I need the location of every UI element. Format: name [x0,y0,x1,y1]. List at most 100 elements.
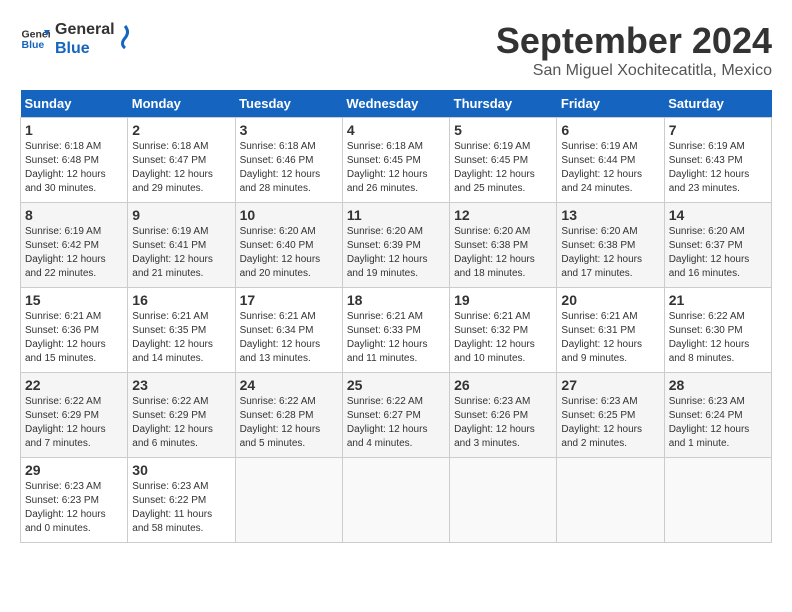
day-content: Sunrise: 6:22 AMSunset: 6:29 PMDaylight:… [132,395,230,451]
day-content: Sunrise: 6:21 AMSunset: 6:34 PMDaylight:… [240,310,338,366]
calendar-cell: 7 Sunrise: 6:19 AMSunset: 6:43 PMDayligh… [664,118,771,203]
calendar-cell: 19 Sunrise: 6:21 AMSunset: 6:32 PMDaylig… [450,288,557,373]
calendar-cell: 26 Sunrise: 6:23 AMSunset: 6:26 PMDaylig… [450,373,557,458]
calendar-cell: 13 Sunrise: 6:20 AMSunset: 6:38 PMDaylig… [557,203,664,288]
weekday-header: Friday [557,90,664,118]
calendar-cell [235,458,342,543]
day-number: 30 [132,462,230,478]
svg-text:Blue: Blue [22,39,45,51]
day-number: 10 [240,207,338,223]
header-row: SundayMondayTuesdayWednesdayThursdayFrid… [21,90,772,118]
title-block: September 2024 San Miguel Xochitecatitla… [496,20,772,80]
day-content: Sunrise: 6:22 AMSunset: 6:30 PMDaylight:… [669,310,767,366]
calendar-cell [557,458,664,543]
day-number: 20 [561,292,659,308]
weekday-header: Wednesday [342,90,449,118]
day-content: Sunrise: 6:19 AMSunset: 6:45 PMDaylight:… [454,140,552,196]
calendar-cell: 10 Sunrise: 6:20 AMSunset: 6:40 PMDaylig… [235,203,342,288]
calendar-cell: 29 Sunrise: 6:23 AMSunset: 6:23 PMDaylig… [21,458,128,543]
day-number: 17 [240,292,338,308]
week-row: 8 Sunrise: 6:19 AMSunset: 6:42 PMDayligh… [21,203,772,288]
day-content: Sunrise: 6:20 AMSunset: 6:38 PMDaylight:… [454,225,552,281]
day-content: Sunrise: 6:18 AMSunset: 6:46 PMDaylight:… [240,140,338,196]
day-number: 26 [454,377,552,393]
weekday-header: Sunday [21,90,128,118]
calendar-table: SundayMondayTuesdayWednesdayThursdayFrid… [20,90,772,543]
logo-text-line1: General [55,20,115,39]
weekday-header: Saturday [664,90,771,118]
calendar-cell: 15 Sunrise: 6:21 AMSunset: 6:36 PMDaylig… [21,288,128,373]
day-content: Sunrise: 6:20 AMSunset: 6:38 PMDaylight:… [561,225,659,281]
day-number: 29 [25,462,123,478]
day-number: 25 [347,377,445,393]
day-number: 2 [132,122,230,138]
logo: General Blue General Blue [20,20,135,58]
day-number: 27 [561,377,659,393]
calendar-cell: 24 Sunrise: 6:22 AMSunset: 6:28 PMDaylig… [235,373,342,458]
day-content: Sunrise: 6:18 AMSunset: 6:45 PMDaylight:… [347,140,445,196]
day-content: Sunrise: 6:23 AMSunset: 6:22 PMDaylight:… [132,480,230,536]
day-content: Sunrise: 6:20 AMSunset: 6:37 PMDaylight:… [669,225,767,281]
day-number: 15 [25,292,123,308]
day-number: 12 [454,207,552,223]
day-number: 24 [240,377,338,393]
calendar-cell: 5 Sunrise: 6:19 AMSunset: 6:45 PMDayligh… [450,118,557,203]
day-content: Sunrise: 6:18 AMSunset: 6:47 PMDaylight:… [132,140,230,196]
day-content: Sunrise: 6:21 AMSunset: 6:35 PMDaylight:… [132,310,230,366]
day-number: 4 [347,122,445,138]
day-content: Sunrise: 6:22 AMSunset: 6:28 PMDaylight:… [240,395,338,451]
weekday-header: Tuesday [235,90,342,118]
day-content: Sunrise: 6:23 AMSunset: 6:25 PMDaylight:… [561,395,659,451]
calendar-cell: 30 Sunrise: 6:23 AMSunset: 6:22 PMDaylig… [128,458,235,543]
day-content: Sunrise: 6:22 AMSunset: 6:27 PMDaylight:… [347,395,445,451]
calendar-cell [664,458,771,543]
day-number: 7 [669,122,767,138]
header: General Blue General Blue September 2024… [20,20,772,80]
day-number: 8 [25,207,123,223]
calendar-cell: 8 Sunrise: 6:19 AMSunset: 6:42 PMDayligh… [21,203,128,288]
week-row: 1 Sunrise: 6:18 AMSunset: 6:48 PMDayligh… [21,118,772,203]
day-content: Sunrise: 6:21 AMSunset: 6:33 PMDaylight:… [347,310,445,366]
day-content: Sunrise: 6:23 AMSunset: 6:24 PMDaylight:… [669,395,767,451]
calendar-cell [450,458,557,543]
day-number: 21 [669,292,767,308]
day-content: Sunrise: 6:18 AMSunset: 6:48 PMDaylight:… [25,140,123,196]
day-content: Sunrise: 6:19 AMSunset: 6:43 PMDaylight:… [669,140,767,196]
day-content: Sunrise: 6:23 AMSunset: 6:26 PMDaylight:… [454,395,552,451]
calendar-cell: 4 Sunrise: 6:18 AMSunset: 6:45 PMDayligh… [342,118,449,203]
calendar-cell: 3 Sunrise: 6:18 AMSunset: 6:46 PMDayligh… [235,118,342,203]
calendar-cell: 16 Sunrise: 6:21 AMSunset: 6:35 PMDaylig… [128,288,235,373]
weekday-header: Monday [128,90,235,118]
calendar-cell: 18 Sunrise: 6:21 AMSunset: 6:33 PMDaylig… [342,288,449,373]
day-content: Sunrise: 6:20 AMSunset: 6:40 PMDaylight:… [240,225,338,281]
calendar-cell: 27 Sunrise: 6:23 AMSunset: 6:25 PMDaylig… [557,373,664,458]
day-content: Sunrise: 6:19 AMSunset: 6:42 PMDaylight:… [25,225,123,281]
week-row: 22 Sunrise: 6:22 AMSunset: 6:29 PMDaylig… [21,373,772,458]
calendar-cell: 28 Sunrise: 6:23 AMSunset: 6:24 PMDaylig… [664,373,771,458]
location-title: San Miguel Xochitecatitla, Mexico [496,62,772,80]
calendar-cell [342,458,449,543]
calendar-cell: 6 Sunrise: 6:19 AMSunset: 6:44 PMDayligh… [557,118,664,203]
day-number: 22 [25,377,123,393]
calendar-cell: 21 Sunrise: 6:22 AMSunset: 6:30 PMDaylig… [664,288,771,373]
weekday-header: Thursday [450,90,557,118]
day-number: 9 [132,207,230,223]
calendar-cell: 9 Sunrise: 6:19 AMSunset: 6:41 PMDayligh… [128,203,235,288]
day-number: 5 [454,122,552,138]
day-content: Sunrise: 6:21 AMSunset: 6:31 PMDaylight:… [561,310,659,366]
week-row: 29 Sunrise: 6:23 AMSunset: 6:23 PMDaylig… [21,458,772,543]
day-content: Sunrise: 6:19 AMSunset: 6:44 PMDaylight:… [561,140,659,196]
day-number: 14 [669,207,767,223]
day-number: 13 [561,207,659,223]
day-number: 28 [669,377,767,393]
day-content: Sunrise: 6:19 AMSunset: 6:41 PMDaylight:… [132,225,230,281]
day-content: Sunrise: 6:21 AMSunset: 6:36 PMDaylight:… [25,310,123,366]
logo-icon: General Blue [20,24,50,54]
calendar-cell: 17 Sunrise: 6:21 AMSunset: 6:34 PMDaylig… [235,288,342,373]
calendar-cell: 11 Sunrise: 6:20 AMSunset: 6:39 PMDaylig… [342,203,449,288]
day-number: 6 [561,122,659,138]
month-title: September 2024 [496,20,772,62]
day-number: 11 [347,207,445,223]
day-content: Sunrise: 6:20 AMSunset: 6:39 PMDaylight:… [347,225,445,281]
logo-wave-icon [115,24,135,49]
